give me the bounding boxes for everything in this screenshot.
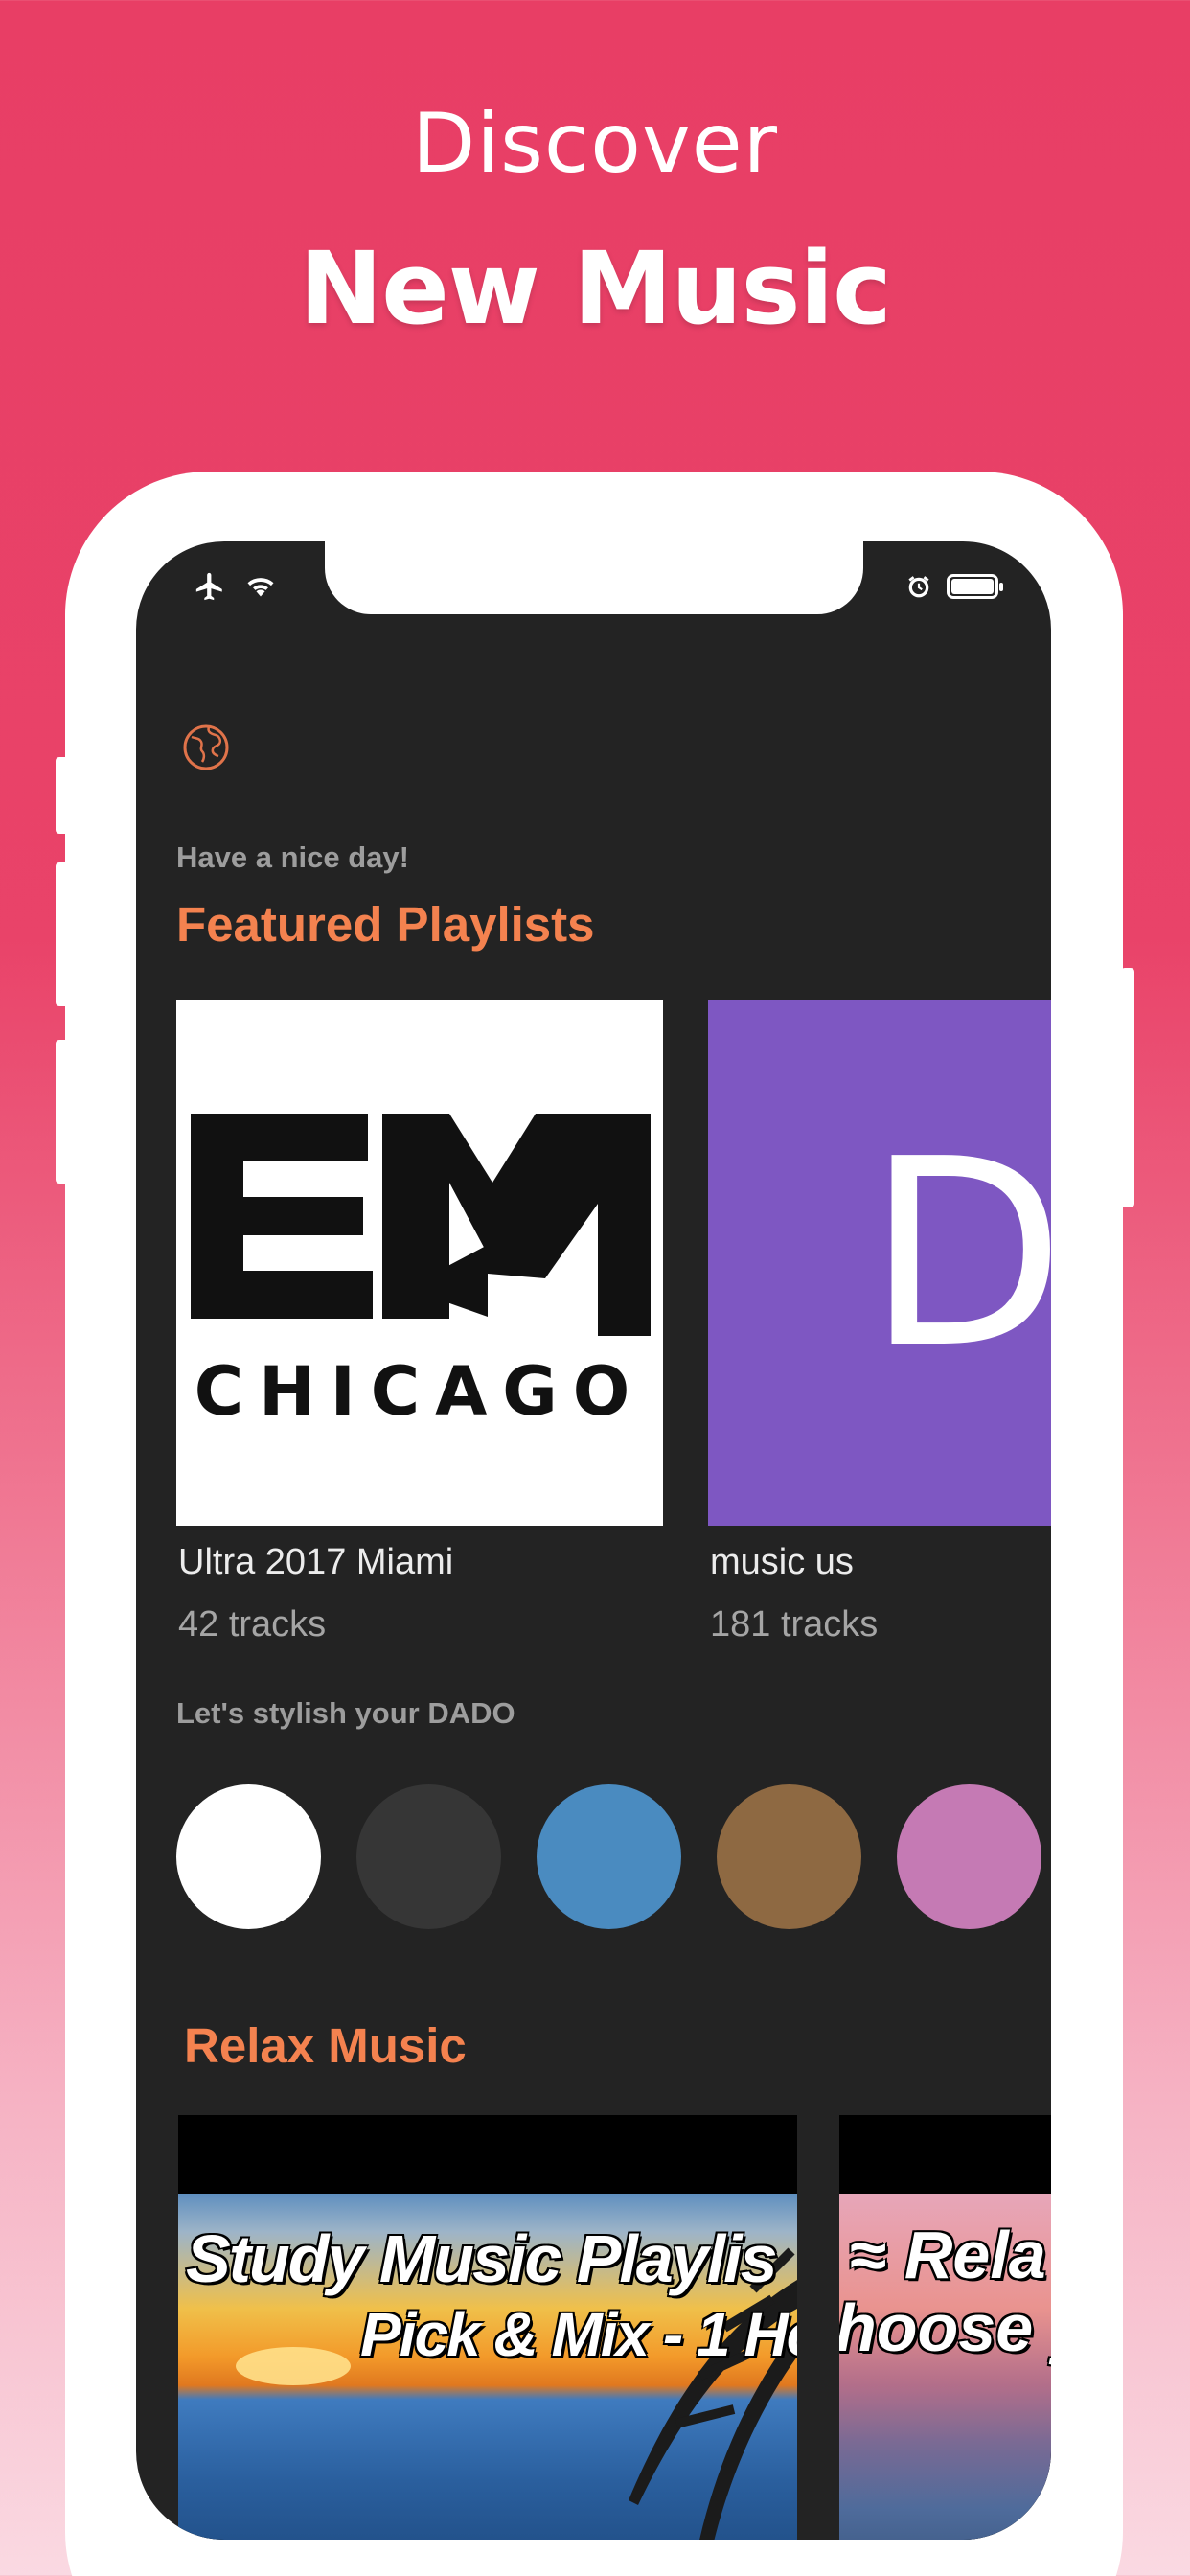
theme-label: Let's stylish your DADO	[176, 1696, 515, 1730]
status-bar-left	[194, 570, 278, 603]
playlist-name: music us	[710, 1542, 854, 1582]
status-bar-right	[906, 574, 1003, 599]
app-screen: Have a nice day! Featured Playlists CHIC…	[136, 541, 1051, 2540]
relax-thumbnail-line1: Study Music Playlis	[186, 2221, 778, 2296]
theme-swatch-blue[interactable]	[537, 1784, 681, 1929]
featured-playlists-title: Featured Playlists	[176, 897, 595, 952]
greeting-text: Have a nice day!	[176, 840, 409, 874]
relax-thumbnail-line2: Pick & Mix - 1 Ho	[360, 2300, 797, 2369]
theme-swatch-brown[interactable]	[717, 1784, 861, 1929]
wifi-icon	[247, 578, 274, 597]
relax-thumbnail: Study Music Playlis Pick & Mix - 1 Ho	[178, 2194, 797, 2540]
battery-icon	[947, 574, 1003, 599]
logo-text: CHICAGO	[195, 1352, 646, 1431]
playlist-cover: D	[708, 1000, 1051, 1526]
globe-icon[interactable]	[182, 724, 230, 771]
airplane-icon	[195, 572, 222, 601]
theme-swatch-dark[interactable]	[356, 1784, 501, 1929]
playlist-name: Ultra 2017 Miami	[178, 1542, 454, 1582]
theme-swatch-white[interactable]	[176, 1784, 321, 1929]
phone-notch	[325, 541, 863, 614]
alarm-icon	[908, 576, 929, 598]
phone-power-button	[1121, 968, 1134, 1208]
promo-subtitle: New Music	[299, 230, 892, 347]
playlist-track-count: 42 tracks	[178, 1604, 327, 1644]
relax-thumbnail: ≈ Rela hoose y	[839, 2194, 1051, 2540]
relax-video-card[interactable]: Study Music Playlis Pick & Mix - 1 Ho	[178, 2115, 797, 2540]
promo-title: Discover	[412, 96, 778, 192]
relax-thumbnail-line2: hoose y	[839, 2290, 1051, 2365]
relax-thumbnail-line1: ≈ Rela	[849, 2218, 1046, 2292]
relax-music-title: Relax Music	[184, 2018, 467, 2073]
playlist-cover: CHICAGO	[176, 1000, 663, 1526]
playlist-track-count: 181 tracks	[710, 1604, 879, 1644]
relax-video-card[interactable]: ≈ Rela hoose y	[839, 2115, 1051, 2540]
edm-logo: CHICAGO	[191, 1114, 651, 1431]
theme-swatch-pink[interactable]	[897, 1784, 1041, 1929]
playlist-letter: D	[866, 1103, 1051, 1405]
